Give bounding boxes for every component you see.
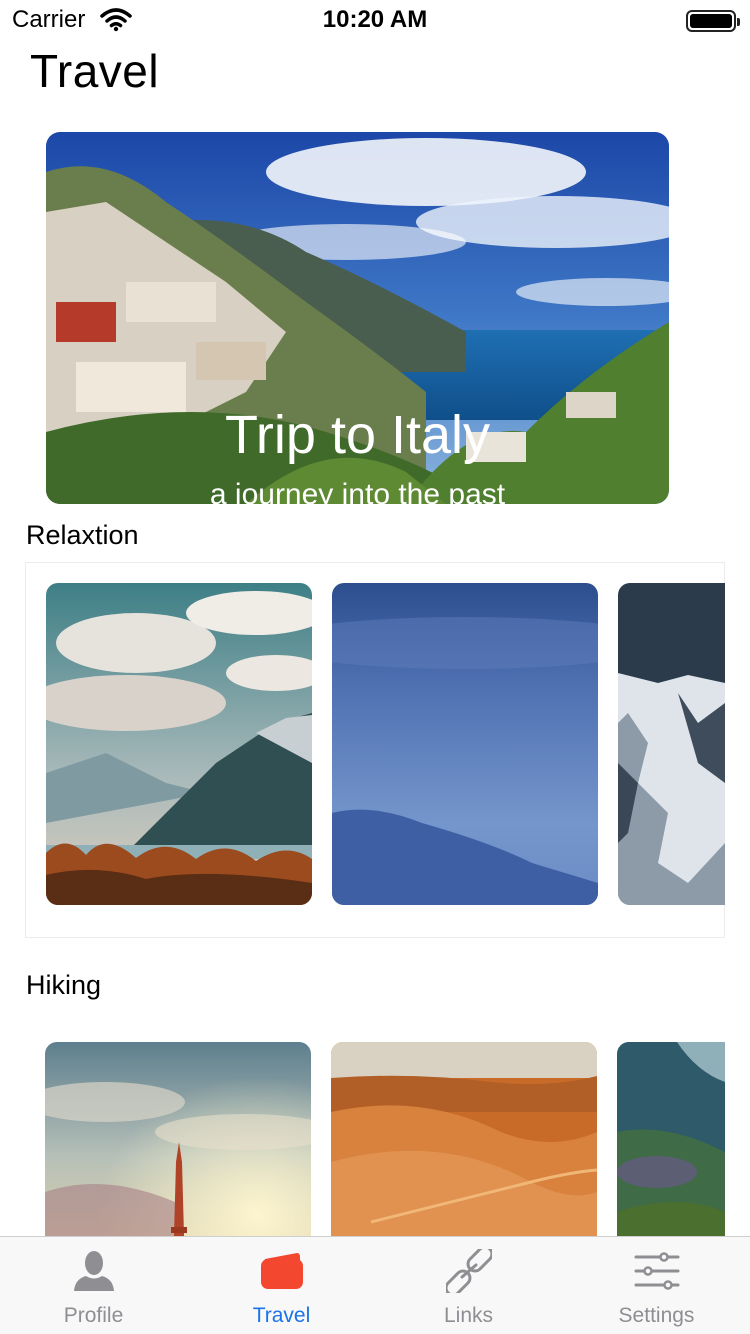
hiking-card-desert[interactable] [331, 1042, 597, 1236]
section-title-relaxation: Relaxtion [26, 520, 139, 550]
mountain-lake-image [46, 583, 312, 905]
tab-label-settings: Settings [618, 1304, 695, 1327]
relaxation-card-blue-sky[interactable] [332, 583, 598, 905]
battery-icon [686, 10, 740, 32]
relaxation-card-snowy-peaks[interactable] [618, 583, 725, 905]
blue-sky-image [332, 583, 598, 905]
link-icon [445, 1249, 492, 1293]
tab-settings[interactable]: Settings [563, 1237, 750, 1334]
green-hills-image [617, 1042, 725, 1236]
hero-card-italy[interactable]: Trip to Italy a journey into the past [46, 132, 669, 504]
eiffel-tower-image [45, 1042, 311, 1236]
section-title-hiking: Hiking [26, 970, 102, 1000]
status-time: 10:20 AM [322, 6, 428, 33]
tab-label-links: Links [443, 1304, 494, 1327]
sliders-icon [634, 1252, 679, 1290]
tab-travel[interactable]: Travel [188, 1237, 375, 1334]
page-title: Travel [30, 45, 160, 97]
tab-label-travel: Travel [252, 1304, 311, 1327]
person-icon [73, 1251, 114, 1291]
snowy-peaks-image [618, 583, 725, 905]
status-bar: Carrier 10:20 AM [0, 0, 750, 40]
tab-label-profile: Profile [63, 1304, 124, 1327]
hiking-card-eiffel[interactable] [45, 1042, 311, 1236]
relaxation-carousel[interactable] [25, 562, 725, 938]
wallet-icon [260, 1253, 303, 1289]
hiking-carousel[interactable] [25, 1020, 725, 1236]
hero-image [46, 132, 669, 504]
tab-bar: Profile Travel Links Settings [0, 1236, 750, 1334]
relaxation-card-mountain-lake[interactable] [46, 583, 312, 905]
tab-profile[interactable]: Profile [0, 1237, 187, 1334]
desert-dunes-image [331, 1042, 597, 1236]
tab-links[interactable]: Links [375, 1237, 562, 1334]
hiking-card-green-hills[interactable] [617, 1042, 725, 1236]
